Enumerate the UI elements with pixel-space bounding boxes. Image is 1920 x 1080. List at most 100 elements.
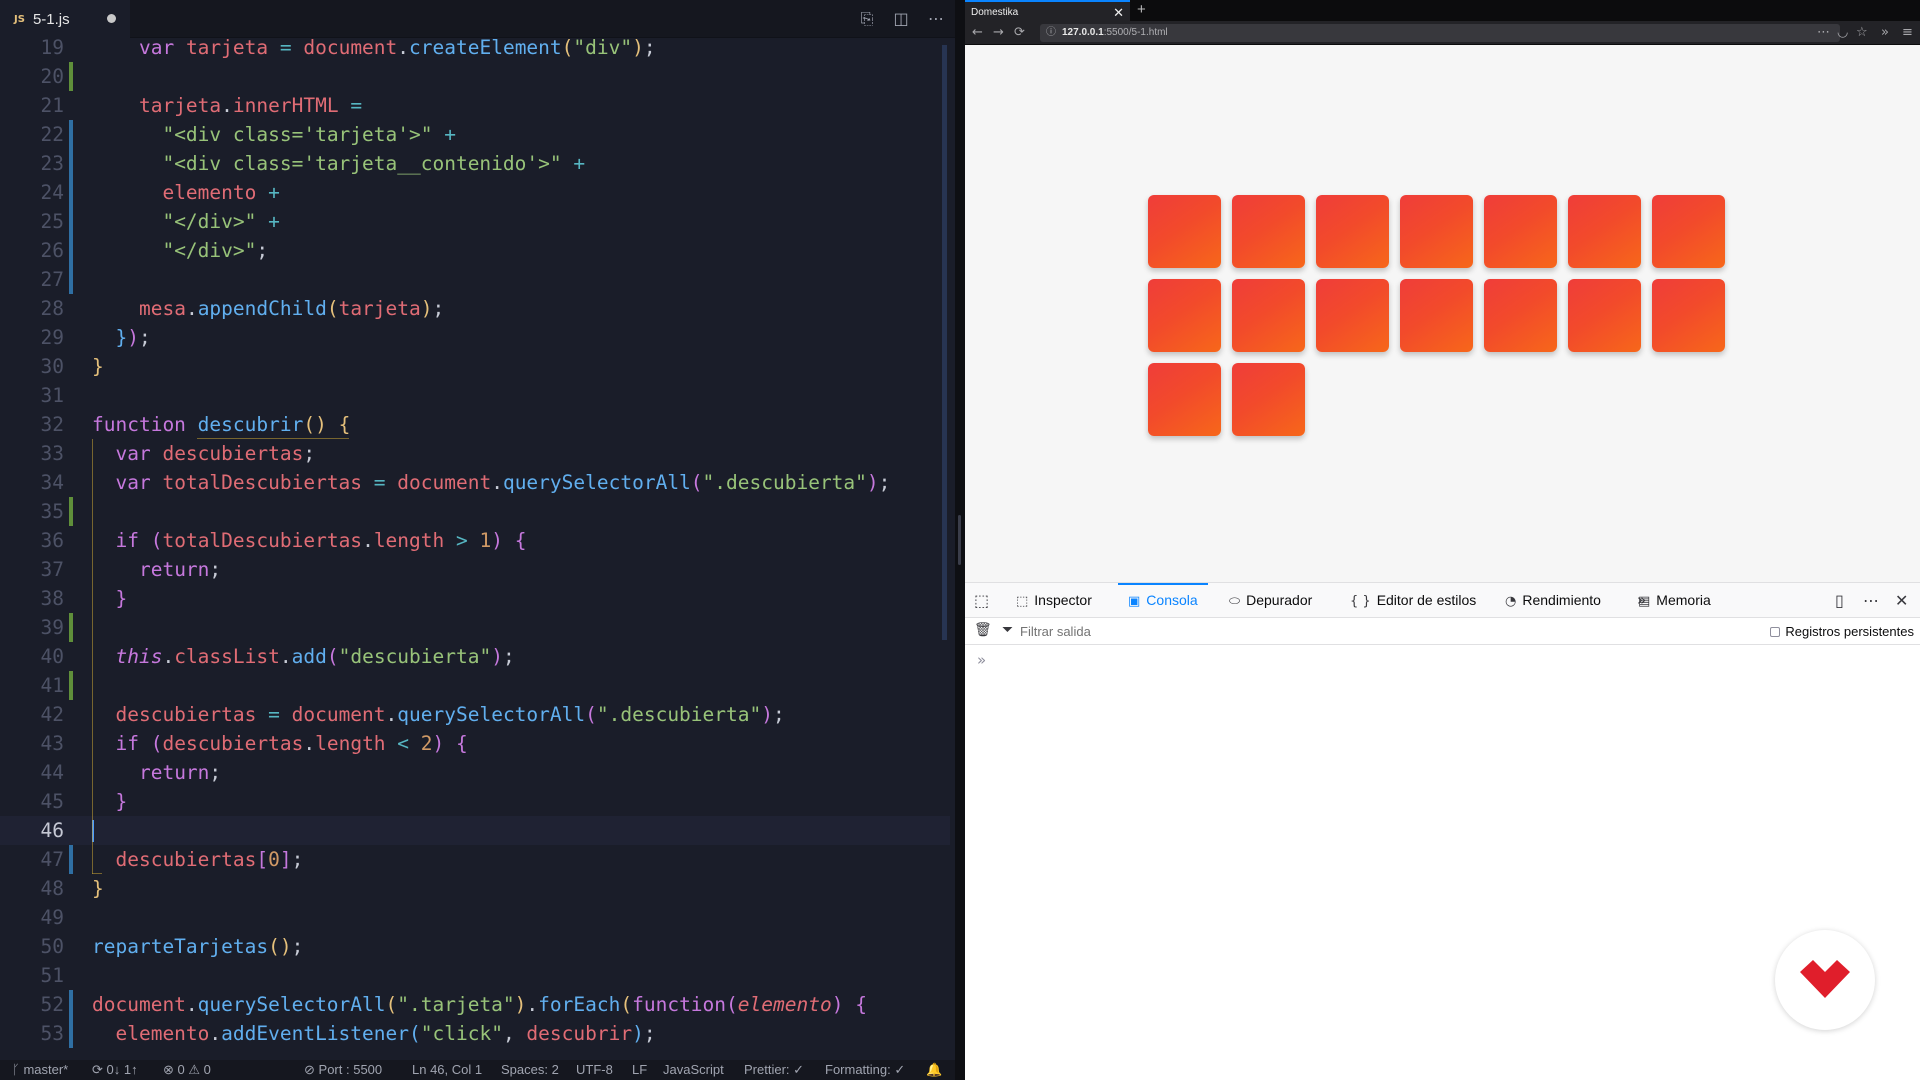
code-line[interactable]: 45 }	[0, 787, 950, 816]
code-line[interactable]: 39	[0, 613, 950, 642]
code-line[interactable]: 21 tarjeta.innerHTML =	[0, 91, 950, 120]
gutter-change-marker[interactable]	[69, 207, 73, 236]
element-picker-icon[interactable]: ⬚	[974, 583, 989, 618]
line-number[interactable]: 45	[0, 787, 64, 816]
gutter-change-marker[interactable]	[69, 671, 73, 700]
menu-icon[interactable]: ≡	[1902, 23, 1913, 43]
code-line[interactable]: 47 descubiertas[0];	[0, 845, 950, 874]
line-number[interactable]: 51	[0, 961, 64, 990]
reload-icon[interactable]: ⟳	[1014, 23, 1025, 43]
card[interactable]	[1232, 363, 1305, 436]
dock-toggle-icon[interactable]: ▯	[1835, 583, 1844, 618]
devtools-options-icon[interactable]: ⋯	[1863, 583, 1879, 618]
card[interactable]	[1568, 279, 1641, 352]
code-line[interactable]: 30}	[0, 352, 950, 381]
code-line[interactable]: 28 mesa.appendChild(tarjeta);	[0, 294, 950, 323]
filter-output-input[interactable]	[1020, 621, 1520, 641]
notifications-bell-icon[interactable]: 🔔	[926, 1060, 942, 1080]
card[interactable]	[1652, 195, 1725, 268]
gutter-change-marker[interactable]	[69, 613, 73, 642]
prettier-status[interactable]: Prettier: ✓	[744, 1060, 804, 1080]
code-line[interactable]: 37 return;	[0, 555, 950, 584]
line-number[interactable]: 24	[0, 178, 64, 207]
gutter-change-marker[interactable]	[69, 178, 73, 207]
code-line[interactable]: 23 "<div class='tarjeta__contenido'>" +	[0, 149, 950, 178]
gutter-change-marker[interactable]	[69, 120, 73, 149]
new-tab-icon[interactable]: +	[1137, 0, 1146, 20]
checkbox-box[interactable]	[1770, 627, 1781, 637]
line-number[interactable]: 41	[0, 671, 64, 700]
devtools-tab-consola[interactable]: ▣ Consola	[1118, 583, 1208, 618]
card[interactable]	[1316, 279, 1389, 352]
devtools-tab-inspector[interactable]: ⬚ Inspector	[1016, 583, 1092, 618]
line-number[interactable]: 33	[0, 439, 64, 468]
gutter-change-marker[interactable]	[69, 1019, 73, 1048]
code-line[interactable]: 46	[0, 816, 950, 845]
gutter-change-marker[interactable]	[69, 62, 73, 91]
line-number[interactable]: 48	[0, 874, 64, 903]
code-line[interactable]: 22 "<div class='tarjeta'>" +	[0, 120, 950, 149]
gutter-change-marker[interactable]	[69, 236, 73, 265]
formatting-status[interactable]: Formatting: ✓	[825, 1060, 905, 1080]
split-divider[interactable]	[955, 0, 965, 1080]
code-line[interactable]: 49	[0, 903, 950, 932]
line-number[interactable]: 46	[0, 816, 64, 845]
site-info-icon[interactable]: ⓘ	[1046, 24, 1056, 42]
line-number[interactable]: 31	[0, 381, 64, 410]
forward-icon[interactable]: →	[993, 23, 1004, 43]
card[interactable]	[1484, 279, 1557, 352]
indentation[interactable]: Spaces: 2	[501, 1060, 559, 1080]
code-line[interactable]: 42 descubiertas = document.querySelector…	[0, 700, 950, 729]
code-line[interactable]: 20	[0, 62, 950, 91]
code-line[interactable]: 27	[0, 265, 950, 294]
card[interactable]	[1568, 195, 1641, 268]
line-number[interactable]: 36	[0, 526, 64, 555]
card[interactable]	[1316, 195, 1389, 268]
close-devtools-icon[interactable]: ✕	[1895, 583, 1908, 618]
card[interactable]	[1148, 279, 1221, 352]
code-line[interactable]: 44 return;	[0, 758, 950, 787]
gutter-change-marker[interactable]	[69, 497, 73, 526]
language-mode[interactable]: JavaScript	[663, 1060, 724, 1080]
card[interactable]	[1484, 195, 1557, 268]
code-line[interactable]: 33 var descubiertas;	[0, 439, 950, 468]
code-line[interactable]: 48}	[0, 874, 950, 903]
line-number[interactable]: 47	[0, 845, 64, 874]
code-line[interactable]: 51	[0, 961, 950, 990]
code-area[interactable]: 19 var tarjeta = document.createElement(…	[0, 38, 963, 1060]
card[interactable]	[1400, 195, 1473, 268]
line-number[interactable]: 26	[0, 236, 64, 265]
line-number[interactable]: 50	[0, 932, 64, 961]
line-number[interactable]: 32	[0, 410, 64, 439]
card[interactable]	[1232, 195, 1305, 268]
line-number[interactable]: 42	[0, 700, 64, 729]
clear-console-icon[interactable]: 🗑	[974, 622, 992, 638]
bookmark-star-icon[interactable]: ☆	[1856, 23, 1868, 43]
line-number[interactable]: 38	[0, 584, 64, 613]
code-line[interactable]: 50 reparteTarjetas();	[0, 932, 950, 961]
devtools-tab-editor-de-estilos[interactable]: { } Editor de estilos	[1350, 583, 1476, 618]
git-branch[interactable]: ᚴ master*	[12, 1060, 68, 1080]
line-number[interactable]: 30	[0, 352, 64, 381]
card[interactable]	[1148, 195, 1221, 268]
code-line[interactable]: 19 var tarjeta = document.createElement(…	[0, 38, 950, 62]
unsaved-dot-icon[interactable]	[107, 14, 116, 23]
code-line[interactable]: 38 }	[0, 584, 950, 613]
more-actions-icon[interactable]: ⋯	[926, 9, 946, 29]
line-number[interactable]: 35	[0, 497, 64, 526]
line-number[interactable]: 29	[0, 323, 64, 352]
gutter-change-marker[interactable]	[69, 149, 73, 178]
line-number[interactable]: 25	[0, 207, 64, 236]
pocket-icon[interactable]: ◡	[1837, 23, 1848, 43]
line-number[interactable]: 19	[0, 38, 64, 62]
code-line[interactable]: 24 elemento +	[0, 178, 950, 207]
line-number[interactable]: 43	[0, 729, 64, 758]
line-number[interactable]: 20	[0, 62, 64, 91]
close-tab-icon[interactable]: ✕	[1113, 2, 1124, 23]
card[interactable]	[1400, 279, 1473, 352]
editor-tab[interactable]: JS 5-1.js	[0, 0, 130, 38]
line-number[interactable]: 53	[0, 1019, 64, 1048]
code-line[interactable]: 31	[0, 381, 950, 410]
line-number[interactable]: 21	[0, 91, 64, 120]
line-number[interactable]: 49	[0, 903, 64, 932]
